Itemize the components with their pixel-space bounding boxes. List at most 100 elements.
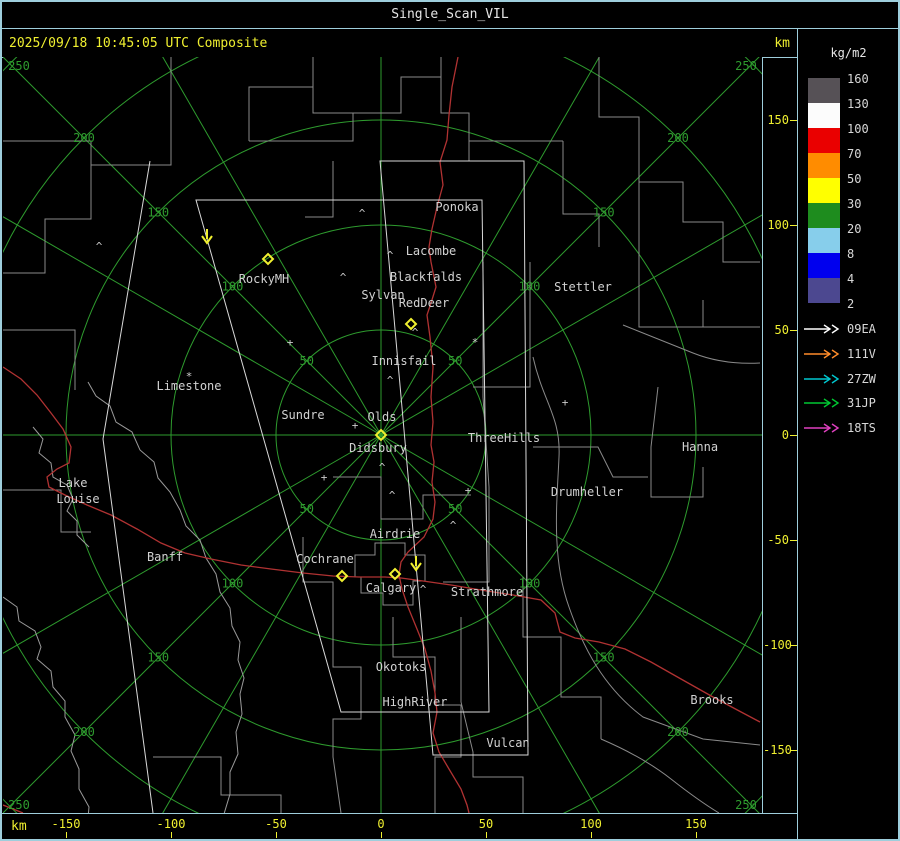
city-label: Cochrane	[296, 552, 354, 566]
colorbar-value: 70	[847, 147, 862, 161]
colorbar-value: 2	[847, 297, 855, 311]
town-marker: +	[352, 419, 359, 432]
y-axis-tick	[790, 120, 797, 121]
colorbar-value: 160	[847, 72, 869, 86]
x-axis-tick	[591, 832, 592, 838]
county-boundary	[352, 76, 563, 142]
town-marker: +	[321, 471, 328, 484]
colorbar-value: 50	[847, 172, 862, 186]
scan-timestamp: 2025/09/18 10:45:05 UTC Composite	[9, 36, 268, 51]
header-row: 2025/09/18 10:45:05 UTC Composite km	[0, 28, 797, 57]
range-ring-label: 250	[8, 798, 30, 812]
town-marker: +	[562, 396, 569, 409]
frame-left	[0, 0, 2, 841]
range-ring-label: 100	[222, 576, 244, 590]
range-ring-label: 150	[147, 651, 169, 665]
x-axis-label: 100	[580, 817, 602, 831]
county-boundary	[248, 86, 354, 142]
x-axis-tick	[276, 832, 277, 838]
y-axis-label: 150	[767, 113, 789, 127]
range-ring-label: 200	[667, 131, 689, 145]
radar-arrow-icon	[804, 398, 840, 408]
city-label: Brooks	[690, 693, 733, 707]
range-ring-label: 200	[667, 725, 689, 739]
radar-app-window: Single_Scan_VIL 2025/09/18 10:45:05 UTC …	[0, 0, 900, 841]
county-boundary	[460, 617, 524, 813]
y-axis-tick	[790, 225, 797, 226]
town-marker: ^	[420, 583, 427, 596]
county-boundary	[598, 57, 760, 263]
y-axis-tick	[790, 540, 797, 541]
range-ring-label: 50	[448, 354, 462, 368]
city-label: Ponoka	[435, 200, 478, 214]
y-axis-tick	[790, 750, 797, 751]
colorbar-swatch	[808, 103, 840, 128]
range-ring-label: 50	[448, 502, 462, 516]
frame-top	[0, 0, 900, 2]
radar-arrow-icon	[804, 349, 840, 359]
range-ring-label: 250	[735, 798, 757, 812]
radar-coverage-outline	[102, 160, 154, 813]
x-axis-label: 0	[377, 817, 385, 831]
radar-legend-row: 18TS	[797, 421, 900, 435]
town-marker: +	[465, 484, 472, 497]
colorbar-swatch	[808, 228, 840, 253]
city-label: Innisfail	[371, 354, 436, 368]
y-axis-label: 50	[774, 323, 789, 337]
city-label: Okotoks	[376, 660, 427, 674]
bottom-axis-unit: km	[11, 819, 27, 834]
town-marker: ^	[359, 207, 366, 220]
town-marker: +	[287, 336, 294, 349]
colorbar-value: 30	[847, 197, 862, 211]
county-boundary	[3, 57, 172, 166]
colorbar-value: 4	[847, 272, 855, 286]
x-axis-tick	[696, 832, 697, 838]
colorbar-value: 8	[847, 247, 855, 261]
colorbar-swatch	[808, 178, 840, 203]
x-axis-tick	[486, 832, 487, 838]
range-ring-label: 250	[735, 59, 757, 73]
window-title: Single_Scan_VIL	[391, 7, 509, 22]
bottom-distance-axis: km -150 -100 -50 0 50 100 150	[3, 813, 763, 838]
city-label: Stettler	[554, 280, 612, 294]
city-label: Didsbury	[349, 441, 407, 455]
county-boundary	[3, 329, 76, 390]
legend-panel: kg/m2 160 130 100 70 50 30 20 8 4 2 09EA 111V 27ZW 31…	[797, 28, 900, 841]
county-boundary	[562, 141, 600, 247]
radar-map-canvas[interactable]: 5010015020025050100150200250501001502002…	[3, 57, 762, 813]
county-boundary	[305, 161, 334, 218]
county-boundary	[522, 577, 602, 739]
colorbar-value: 20	[847, 222, 862, 236]
terrain-line	[3, 596, 90, 813]
radar-arrow-icon	[804, 324, 840, 334]
range-ring-label: 100	[519, 280, 541, 294]
x-axis-label: -150	[51, 817, 81, 831]
county-boundary	[532, 356, 761, 746]
radar-id-label: 31JP	[847, 396, 876, 411]
city-label: Louise	[56, 492, 99, 506]
city-label: Strathmore	[451, 585, 523, 599]
range-ring-label: 200	[73, 131, 95, 145]
title-bar: Single_Scan_VIL	[0, 0, 900, 28]
town-marker: ^	[379, 461, 386, 474]
radar-legend-row: 27ZW	[797, 372, 900, 386]
city-label: HighRiver	[382, 695, 447, 709]
colorbar-swatch	[808, 78, 840, 103]
x-axis-tick	[381, 832, 382, 838]
colorbar-unit: kg/m2	[830, 46, 867, 60]
city-label: Airdrie	[370, 527, 421, 541]
city-label: Vulcan	[486, 736, 529, 750]
x-axis-tick	[171, 832, 172, 838]
city-label: Limestone	[156, 379, 221, 393]
range-ring-label: 50	[300, 354, 314, 368]
city-label: Olds	[368, 410, 397, 424]
radar-legend-row: 09EA	[797, 322, 900, 336]
y-axis-label: 0	[781, 428, 789, 442]
city-label: Blackfalds	[390, 270, 462, 284]
radar-id-label: 18TS	[847, 421, 876, 435]
city-label: Drumheller	[551, 485, 623, 499]
city-label: RockyMH	[239, 272, 290, 286]
county-boundary	[302, 537, 362, 813]
city-label: Banff	[147, 550, 183, 564]
town-marker: ^	[96, 240, 103, 253]
